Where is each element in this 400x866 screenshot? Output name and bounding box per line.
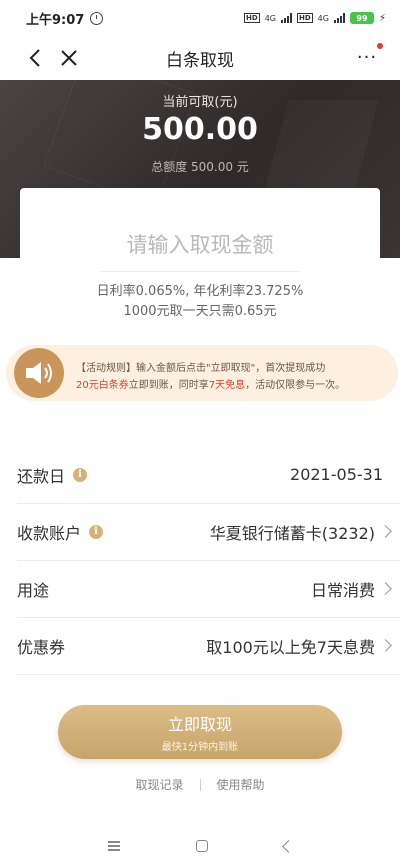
- signal-icon: [333, 13, 345, 23]
- available-amount: 500.00: [142, 112, 258, 147]
- close-icon: [61, 50, 77, 66]
- promo-banner[interactable]: 【活动规则】输入金额后点击"立即取现"，首次提现成功 20元白条券立即到账，同时…: [6, 345, 398, 401]
- promo-rule-text-2: 20元白条券立即到账，同时享7天免息，活动仅限参与一次。: [76, 376, 345, 391]
- withdraw-records-link[interactable]: 取现记录: [135, 776, 183, 793]
- chevron-right-icon: [379, 525, 392, 538]
- row-label: 还款日: [17, 466, 66, 486]
- back-icon[interactable]: [281, 839, 295, 853]
- hd-icon: HD: [297, 13, 313, 23]
- purpose-value: 日常消费: [310, 580, 375, 600]
- coupon-row[interactable]: 优惠券 取100元以上免7天息费: [17, 617, 400, 675]
- help-link[interactable]: 使用帮助: [217, 776, 265, 793]
- signal-icon: [281, 13, 292, 23]
- promo-text-end: ，活动仅限参与一次。: [245, 380, 346, 391]
- alarm-icon: [90, 11, 104, 25]
- chevron-left-icon: [29, 49, 40, 67]
- close-button[interactable]: [56, 45, 82, 71]
- home-icon[interactable]: [195, 840, 208, 852]
- row-label: 收款账户: [17, 523, 82, 543]
- amount-input[interactable]: 请输入取现金额: [100, 216, 300, 272]
- notification-dot: [377, 43, 383, 49]
- chevron-right-icon: [379, 582, 392, 595]
- status-indicators: HD 4G HD 4G 99 ⚡: [244, 12, 386, 24]
- row-label: 优惠券: [17, 637, 66, 657]
- status-bar: 上午9:07 HD 4G HD 4G 99 ⚡: [0, 0, 400, 36]
- info-icon[interactable]: i: [73, 467, 88, 482]
- more-menu-button[interactable]: ···: [354, 44, 380, 70]
- chevron-right-icon: [379, 639, 392, 652]
- footer-links: 取现记录 使用帮助: [0, 776, 400, 793]
- purpose-row[interactable]: 用途 日常消费: [17, 560, 400, 618]
- nav-bar: 白条取现 ···: [0, 36, 400, 80]
- interest-rate-text: 日利率0.065%, 年化利率23.725%: [96, 284, 304, 299]
- total-limit: 总额度 500.00 元: [151, 160, 249, 174]
- system-navigation-bar: [0, 826, 400, 866]
- repayment-date-value: 2021-05-31: [290, 465, 383, 484]
- hd-icon: HD: [244, 13, 260, 23]
- receiving-account-value: 华夏银行储蓄卡(3232): [209, 523, 375, 543]
- network-type: 4G: [264, 13, 276, 23]
- promo-text-mid: 立即到账，同时享: [128, 380, 209, 391]
- interest-example-text: 1000元取一天只需0.65元: [123, 304, 277, 319]
- menu-icon[interactable]: [107, 841, 120, 851]
- battery-icon: 99: [349, 12, 374, 24]
- coupon-highlight: 20元白条券: [76, 380, 129, 391]
- back-button[interactable]: [22, 45, 48, 71]
- promo-rule-text: 【活动规则】输入金额后点击"立即取现"，首次提现成功: [76, 363, 326, 374]
- charging-icon: ⚡: [378, 12, 386, 24]
- row-label: 用途: [17, 580, 50, 600]
- status-time: 上午9:07: [26, 12, 85, 28]
- amount-card: 请输入取现金额 日利率0.065%, 年化利率23.725% 1000元取一天只…: [20, 188, 380, 336]
- network-type: 4G: [317, 13, 329, 23]
- withdraw-button-label: 立即取现: [167, 715, 232, 734]
- available-label: 当前可取(元): [162, 95, 238, 110]
- withdraw-now-button[interactable]: 立即取现 最快1分钟内到账: [58, 705, 342, 759]
- speaker-icon: [14, 348, 64, 398]
- divider: [199, 778, 201, 791]
- interest-free-highlight: 7天免息: [208, 380, 246, 391]
- repayment-date-row: 还款日 i 2021-05-31: [17, 446, 400, 504]
- coupon-value: 取100元以上免7天息费: [206, 637, 375, 657]
- withdraw-button-subtitle: 最快1分钟内到账: [161, 742, 239, 753]
- info-icon[interactable]: i: [89, 524, 104, 539]
- receiving-account-row[interactable]: 收款账户 i 华夏银行储蓄卡(3232): [17, 503, 400, 561]
